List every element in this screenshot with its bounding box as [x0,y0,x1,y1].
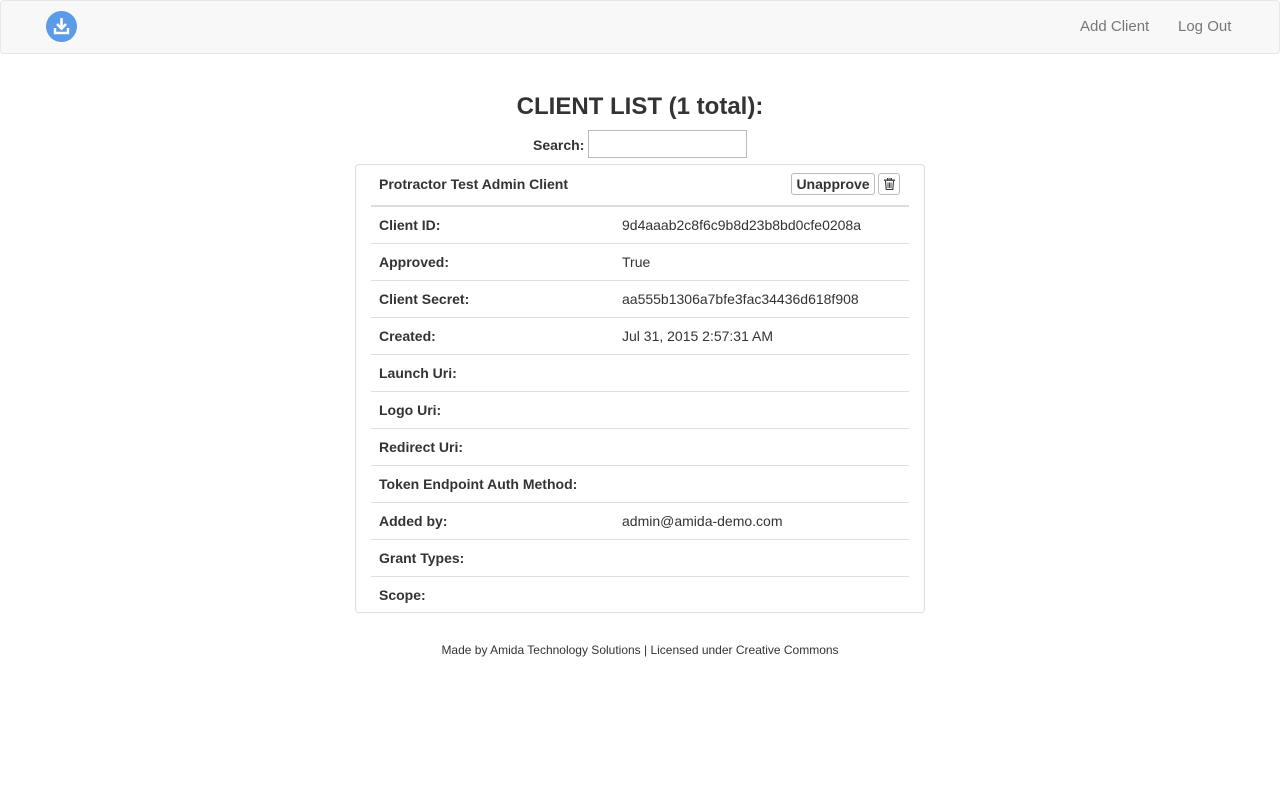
client-panel: Protractor Test Admin Client Unapprove C… [355,164,925,613]
client-name: Protractor Test Admin Client [379,176,569,192]
detail-label: Scope: [379,587,426,603]
detail-row-approved: Approved: True [371,244,909,281]
detail-label: Redirect Uri: [379,439,464,455]
detail-row-launch-uri: Launch Uri: [371,355,909,392]
detail-label: Launch Uri: [379,365,457,381]
delete-button[interactable] [878,173,900,195]
detail-value: Jul 31, 2015 2:57:31 AM [622,328,773,344]
detail-label: Client Secret: [379,291,470,307]
detail-value: admin@amida-demo.com [622,513,783,529]
detail-label: Grant Types: [379,550,465,566]
search-label: Search: [533,137,585,153]
detail-value: True [622,254,651,270]
detail-row-grant-types: Grant Types: [371,540,909,577]
detail-row-client-id: Client ID: 9d4aaab2c8f6c9b8d23b8bd0cfe02… [371,207,909,244]
detail-label: Token Endpoint Auth Method: [379,476,578,492]
detail-value: aa555b1306a7bfe3fac34436d618f908 [622,291,859,307]
navbar: Add Client Log Out [0,0,1280,54]
client-details: Client ID: 9d4aaab2c8f6c9b8d23b8bd0cfe02… [371,207,909,613]
log-out-link[interactable]: Log Out [1178,18,1231,36]
detail-label: Logo Uri: [379,402,442,418]
detail-row-token-endpoint-auth-method: Token Endpoint Auth Method: [371,466,909,503]
detail-row-created: Created: Jul 31, 2015 2:57:31 AM [371,318,909,355]
client-panel-header: Protractor Test Admin Client Unapprove [371,165,909,207]
detail-row-scope: Scope: [371,577,909,613]
add-client-link[interactable]: Add Client [1080,18,1149,36]
detail-value: 9d4aaab2c8f6c9b8d23b8bd0cfe0208a [622,217,862,233]
detail-label: Added by: [379,513,448,529]
detail-label: Client ID: [379,217,441,233]
detail-row-redirect-uri: Redirect Uri: [371,429,909,466]
footer: Made by Amida Technology Solutions | Lic… [441,643,839,657]
page-title: CLIENT LIST (1 total): [516,93,764,120]
detail-row-client-secret: Client Secret: aa555b1306a7bfe3fac34436d… [371,281,909,318]
detail-label: Approved: [379,254,449,270]
detail-label: Created: [379,328,436,344]
download-icon[interactable] [46,11,77,42]
unapprove-button[interactable]: Unapprove [791,173,875,195]
search-input[interactable] [588,130,747,158]
detail-row-logo-uri: Logo Uri: [371,392,909,429]
detail-row-added-by: Added by: admin@amida-demo.com [371,503,909,540]
